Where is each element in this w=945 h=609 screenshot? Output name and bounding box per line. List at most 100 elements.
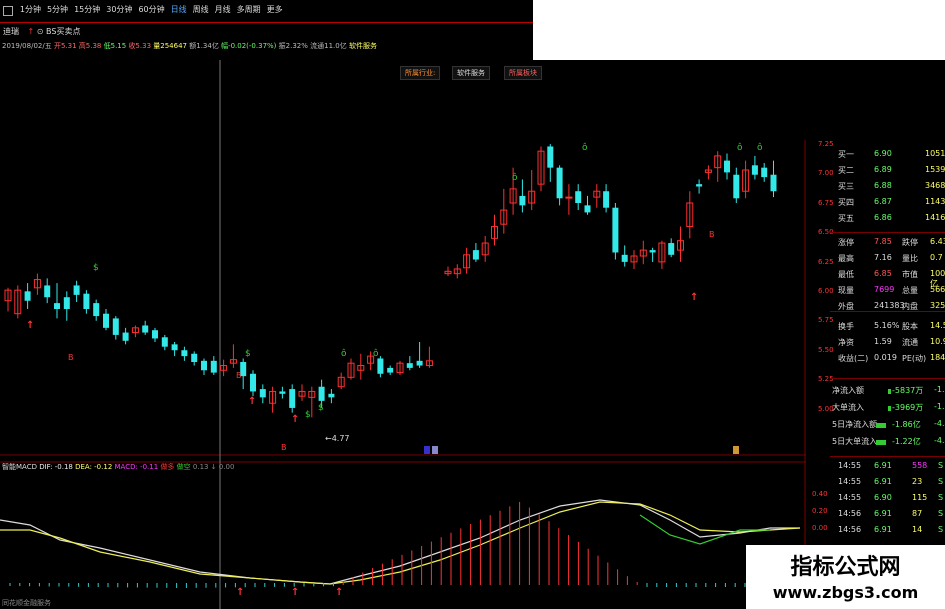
date-label: 2019/08/02/五 — [2, 42, 52, 50]
candle-body-down[interactable] — [259, 389, 266, 398]
event-marker[interactable] — [432, 446, 438, 454]
candle-body-down[interactable] — [406, 363, 413, 368]
tick-row[interactable]: 14:56 6.91 14 S — [830, 524, 945, 538]
candle-body-down[interactable] — [621, 254, 628, 262]
candle-body-down[interactable] — [122, 332, 129, 341]
indicator-name[interactable]: BS买卖点 — [46, 27, 80, 36]
candle-body-down[interactable] — [724, 160, 730, 173]
candle-body-down[interactable] — [181, 350, 188, 357]
period-5[interactable]: 日线 — [171, 0, 187, 20]
candle-body-down[interactable] — [54, 303, 60, 309]
candle-body-down[interactable] — [210, 360, 217, 373]
candle-body-down[interactable] — [73, 285, 80, 295]
bid-row[interactable]: 买五 6.86 1416 — [830, 212, 945, 226]
candle-body-down[interactable] — [472, 250, 479, 260]
candle-body-down[interactable] — [112, 318, 119, 335]
period-1[interactable]: 5分钟 — [47, 0, 68, 20]
candle-body-down[interactable] — [161, 337, 168, 347]
arrow-up-icon: ↑ — [26, 320, 34, 331]
fullscreen-icon[interactable] — [3, 6, 13, 16]
stat-row[interactable]: 换手 5.16%股本 14.52 — [830, 320, 945, 334]
bid-row[interactable]: 买二 6.89 1539 — [830, 164, 945, 178]
stat-row[interactable]: 现量 7699 总量 566450 — [830, 284, 945, 298]
candle-body-down[interactable] — [751, 165, 758, 175]
record-icon[interactable]: ⊙ — [37, 27, 44, 36]
macd-name[interactable]: 智能MACD — [2, 463, 37, 471]
candle-body-down[interactable] — [63, 297, 70, 309]
stat-label-2: 市值 — [902, 270, 918, 279]
candle-body-down[interactable] — [250, 373, 256, 392]
flow-label: 净流入额 — [832, 386, 864, 395]
period-6[interactable]: 周线 — [193, 0, 209, 20]
candle-body-down[interactable] — [668, 243, 675, 255]
bid-label: 买二 — [838, 166, 854, 175]
stat-row[interactable]: 最低6.85市值100.0亿 — [830, 268, 945, 288]
candle-body-down[interactable] — [603, 191, 610, 208]
candle-body-down[interactable] — [770, 174, 777, 192]
stat-label-2: 流通 — [902, 338, 918, 347]
period-9[interactable]: 更多 — [267, 0, 283, 20]
bid-row[interactable]: 买四 6.87 1143 — [830, 196, 945, 210]
tick-side: S — [938, 477, 944, 486]
period-3[interactable]: 30分钟 — [106, 0, 132, 20]
period-8[interactable]: 多周期 — [237, 0, 261, 20]
candle-body-down[interactable] — [289, 389, 296, 408]
candle-body-down[interactable] — [44, 285, 51, 298]
candle-body-down[interactable] — [201, 360, 207, 371]
dif-value: DIF: -0.18 — [39, 463, 73, 471]
bid-row[interactable]: 买一 6.90 10514 — [830, 148, 945, 162]
period-2[interactable]: 15分钟 — [74, 0, 100, 20]
candle-body-down[interactable] — [761, 167, 768, 178]
candle-body-down[interactable] — [416, 360, 423, 366]
candle-body-down[interactable] — [142, 325, 149, 333]
candle-body-down[interactable] — [575, 191, 582, 203]
tick-row[interactable]: 14:55 6.91 558 S — [830, 460, 945, 474]
candle-body-down[interactable] — [584, 205, 591, 213]
candle-body-down[interactable] — [612, 207, 619, 253]
period-0[interactable]: 1分钟 — [20, 0, 41, 20]
candle-body-down[interactable] — [171, 344, 178, 351]
event-marker[interactable] — [733, 446, 739, 454]
candle-body-down[interactable] — [547, 146, 554, 168]
candle-body-down[interactable] — [93, 303, 100, 317]
candle-body-down[interactable] — [556, 167, 563, 199]
tick-volume: 558 — [912, 461, 928, 470]
stat-label: 收益(二) — [838, 354, 869, 363]
stat-row[interactable]: 最高 7.16 量比 0.7 — [830, 252, 945, 266]
kline-chart[interactable]: $ $ $ $ ô ô ô ô ô ô ↑ ↑ ↑ ↑ ↑ ↑ ↑ B B B B — [0, 60, 806, 609]
candle-body-down[interactable] — [191, 353, 198, 362]
candle-body-down[interactable] — [152, 330, 158, 339]
candle-body-down[interactable] — [279, 391, 286, 394]
candle-body-down[interactable] — [83, 293, 90, 309]
candle-body-down[interactable] — [377, 358, 384, 374]
stat-row[interactable]: 净资 1.59 流通 10.9 — [830, 336, 945, 350]
event-marker[interactable] — [424, 446, 430, 454]
flow-bar — [876, 423, 886, 428]
candle-body-down[interactable] — [649, 250, 656, 253]
high-value: 高5.38 — [78, 42, 102, 50]
candle-body-down[interactable] — [24, 291, 31, 301]
candle-body-down[interactable] — [328, 393, 335, 398]
arrow-up-icon: ↑ — [291, 414, 299, 425]
period-4[interactable]: 60分钟 — [138, 0, 164, 20]
candle-body-down[interactable] — [318, 386, 325, 401]
bid-price: 6.89 — [874, 165, 892, 174]
stat-row[interactable]: 涨停 7.85 跌停 6.43 — [830, 236, 945, 250]
candle-body-down[interactable] — [733, 174, 740, 199]
up-label: 做多 — [160, 463, 175, 471]
candle-body-down[interactable] — [103, 313, 109, 328]
period-7[interactable]: 月线 — [215, 0, 231, 20]
tick-row[interactable]: 14:55 6.91 23 S — [830, 476, 945, 490]
candle-body-down[interactable] — [519, 195, 526, 206]
bid-row[interactable]: 买三 6.88 3468 — [830, 180, 945, 194]
tick-row[interactable]: 14:56 6.91 87 S — [830, 508, 945, 522]
b-signal-label: B — [68, 353, 74, 362]
flow-row[interactable]: 5日净流入额 -1.86亿 -4.4% — [830, 418, 945, 432]
candle-body-down[interactable] — [696, 184, 703, 187]
flow-row[interactable]: 5日大单流入 -1.22亿 -4.4% — [830, 435, 945, 449]
candle-body-up[interactable] — [565, 196, 573, 199]
stat-row[interactable]: 收益(二) 0.019 PE(动)184.5 — [830, 352, 945, 366]
candle-body-down[interactable] — [387, 367, 394, 373]
bid-price: 6.87 — [874, 197, 892, 206]
tick-row[interactable]: 14:55 6.90 115 S — [830, 492, 945, 506]
